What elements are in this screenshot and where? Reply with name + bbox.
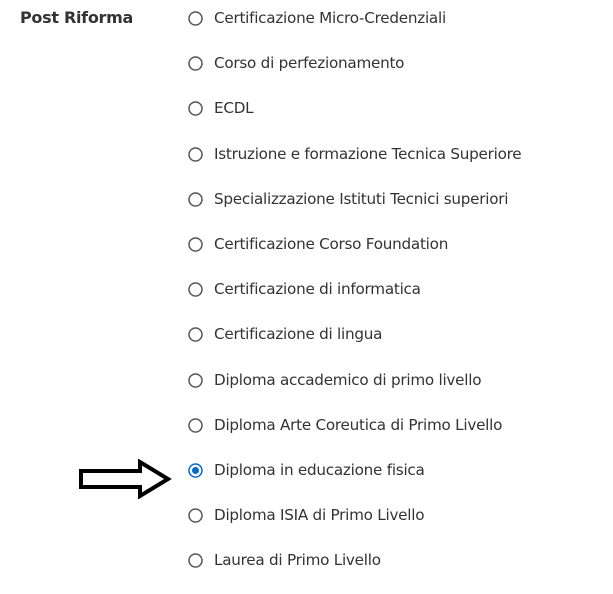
radio-button[interactable]	[188, 327, 203, 343]
radio-option[interactable]: Corso di perfezionamento	[188, 52, 613, 97]
radio-option-label: Corso di perfezionamento	[214, 54, 405, 73]
radio-option[interactable]: Istruzione e formazione Tecnica Superior…	[188, 143, 613, 188]
radio-option[interactable]: Laurea di Primo Livello	[188, 549, 613, 594]
radio-button[interactable]	[188, 553, 203, 568]
radio-option[interactable]: Diploma Arte Coreutica di Primo Livello	[188, 414, 613, 459]
radio-option-label: Certificazione Micro-Credenziali	[214, 9, 446, 27]
radio-option-label: Laurea di Primo Livello	[214, 551, 381, 570]
radio-button[interactable]	[188, 101, 203, 117]
radio-option-label: ECDL	[214, 99, 254, 118]
radio-option-label: Certificazione Corso Foundation	[214, 234, 449, 253]
radio-option-label: Istruzione e formazione Tecnica Superior…	[214, 144, 522, 163]
radio-button[interactable]	[188, 417, 203, 433]
radio-option[interactable]: Specializzazione Istituti Tecnici superi…	[188, 188, 613, 233]
radio-button[interactable]	[188, 508, 203, 523]
radio-button[interactable]	[188, 237, 203, 252]
radio-button[interactable]	[188, 282, 203, 297]
radio-option[interactable]: Certificazione Corso Foundation	[188, 233, 613, 278]
radio-option-label: Diploma in educazione fisica	[214, 460, 425, 479]
radio-button[interactable]	[188, 372, 203, 388]
radio-button[interactable]	[188, 11, 203, 26]
radio-option[interactable]: Certificazione di lingua	[188, 323, 613, 368]
radio-option[interactable]: Certificazione di informatica	[188, 278, 613, 323]
radio-button[interactable]	[188, 56, 203, 71]
section-label: Post Riforma	[20, 8, 133, 27]
radio-button-checked[interactable]	[188, 463, 203, 478]
radio-option-label: Diploma ISIA di Primo Livello	[214, 506, 425, 525]
radio-option[interactable]: ECDL	[188, 97, 613, 142]
radio-option[interactable]: Diploma accademico di primo livello	[188, 369, 613, 414]
radio-option-label: Diploma Arte Coreutica di Primo Livello	[214, 415, 503, 434]
right-arrow-icon	[79, 459, 172, 499]
radio-group: Certificazione Micro-Credenziali Corso d…	[188, 7, 613, 594]
radio-option-label: Diploma accademico di primo livello	[214, 370, 482, 389]
radio-option-label: Certificazione di informatica	[214, 280, 421, 299]
radio-option-label: Specializzazione Istituti Tecnici superi…	[214, 189, 509, 208]
radio-option[interactable]: Certificazione Micro-Credenziali	[188, 7, 613, 52]
radio-button[interactable]	[188, 146, 203, 162]
radio-option-selected[interactable]: Diploma in educazione fisica	[188, 459, 613, 504]
radio-option[interactable]: Diploma ISIA di Primo Livello	[188, 504, 613, 549]
radio-button[interactable]	[188, 192, 203, 207]
radio-option-label: Certificazione di lingua	[214, 325, 383, 344]
